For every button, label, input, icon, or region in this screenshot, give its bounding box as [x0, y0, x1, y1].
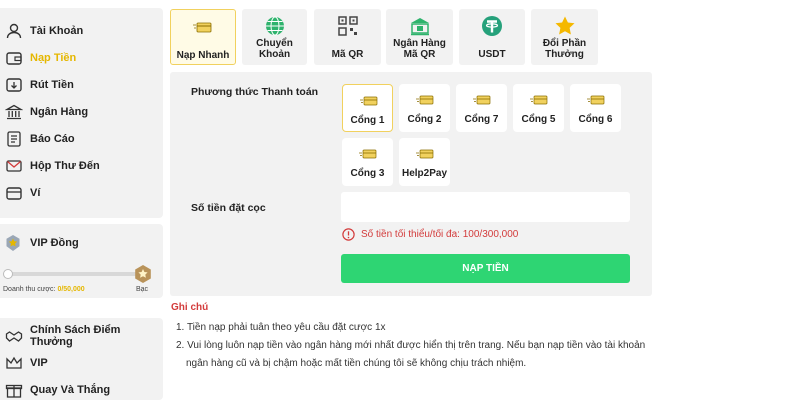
- card-icon: [193, 22, 212, 33]
- tab-qr-code[interactable]: Mã QR: [314, 9, 381, 65]
- sidebar-item-spin-win[interactable]: Quay Và Thắng: [0, 377, 163, 400]
- tab-label: USDT: [478, 49, 506, 60]
- vip-bronze-badge-icon: [6, 235, 20, 251]
- sidebar-item-label: Quay Và Thắng: [30, 384, 111, 396]
- vip-revenue: Doanh thu cược: 0/50,000: [3, 286, 85, 293]
- gate-option[interactable]: Cổng 5: [513, 84, 564, 132]
- card-icon: [530, 95, 548, 105]
- card-icon: [587, 95, 605, 105]
- gate-option[interactable]: Cổng 6: [570, 84, 621, 132]
- gate-label: Cổng 5: [521, 114, 556, 125]
- sidebar-item-label: Nạp Tiền: [30, 52, 77, 64]
- vip-next-tier: Bạc: [136, 286, 149, 293]
- sidebar-item-report[interactable]: Báo Cáo: [0, 126, 163, 152]
- sidebar-item-bank[interactable]: Ngân Hàng: [0, 99, 163, 125]
- crown-icon: [6, 356, 22, 369]
- user-icon: [6, 23, 22, 39]
- star-icon: [555, 16, 574, 35]
- gate-label: Cổng 6: [578, 114, 613, 125]
- card-icon: [416, 95, 434, 105]
- tab-bank-qr[interactable]: Ngân Hàng Mã QR: [386, 9, 453, 65]
- deposit-submit-button[interactable]: NẠP TIỀN: [341, 254, 630, 283]
- sidebar-item-wallet[interactable]: Ví: [0, 180, 163, 206]
- vip-revenue-value: 0/50,000: [57, 286, 85, 293]
- gift-icon: [5, 384, 23, 398]
- report-icon: [7, 131, 21, 147]
- warning-icon: [342, 228, 355, 241]
- sidebar-item-withdraw[interactable]: Rút Tiền: [0, 72, 163, 98]
- tab-label: Chuyển Khoản: [256, 38, 293, 60]
- tab-usdt[interactable]: USDT: [459, 9, 525, 65]
- tab-quick-deposit[interactable]: Nạp Nhanh: [170, 9, 236, 65]
- sidebar-item-label: Ngân Hàng: [30, 106, 89, 118]
- amount-limit-hint: Số tiền tối thiểu/tối đa: 100/300,000: [361, 229, 519, 240]
- sidebar-item-label: Tài Khoản: [30, 25, 84, 37]
- tab-label: Ngân Hàng Mã QR: [393, 38, 446, 60]
- globe-icon: [265, 16, 284, 36]
- gate-option[interactable]: Cổng 1: [342, 84, 393, 132]
- card-icon: [359, 149, 377, 159]
- gate-label: Cổng 7: [464, 114, 499, 125]
- bank-icon: [5, 104, 23, 120]
- tab-label: Đổi Phần Thưởng: [542, 38, 587, 60]
- sidebar-item-vip[interactable]: VIP: [0, 350, 163, 376]
- bank-qr-icon: [410, 18, 429, 36]
- sidebar-item-inbox[interactable]: Hộp Thư Đến: [0, 153, 163, 179]
- gate-option[interactable]: Help2Pay: [399, 138, 450, 186]
- sidebar-item-label: Báo Cáo: [30, 133, 75, 145]
- mail-icon: [6, 160, 22, 172]
- handshake-icon: [5, 331, 23, 342]
- card-icon: [473, 95, 491, 105]
- qr-icon: [337, 16, 358, 36]
- tether-icon: [482, 16, 502, 36]
- deposit-amount-label: Số tiền đặt cọc: [191, 202, 266, 214]
- card-icon: [416, 149, 434, 159]
- deposit-amount-input[interactable]: [341, 192, 630, 222]
- gate-option[interactable]: Cổng 3: [342, 138, 393, 186]
- gate-label: Help2Pay: [401, 168, 448, 179]
- withdraw-icon: [6, 78, 22, 92]
- sidebar-item-reward-policy[interactable]: Chính Sách Điểm Thưởng: [0, 323, 163, 349]
- tab-label: Nạp Nhanh: [176, 50, 230, 61]
- gate-option[interactable]: Cổng 7: [456, 84, 507, 132]
- tab-bank-transfer[interactable]: Chuyển Khoản: [242, 9, 307, 65]
- tab-label: Mã QR: [331, 49, 364, 60]
- sidebar-item-label: VIP: [30, 357, 48, 369]
- vip-level: VIP Đồng: [30, 237, 79, 249]
- gate-label: Cổng 2: [407, 114, 442, 125]
- note-item: 2. Vui lòng luôn nạp tiền vào ngân hàng …: [176, 340, 646, 351]
- vip-panel: VIP Đồng Doanh thu cược: 0/50,000 Bạc: [0, 224, 163, 298]
- card-icon: [360, 96, 378, 106]
- payment-method-label: Phương thức Thanh toán: [191, 86, 319, 98]
- sidebar-item-account[interactable]: Tài Khoản: [0, 18, 163, 44]
- sidebar: Tài Khoản Nạp Tiền Rút Tiền Ngân Hàng Bá…: [0, 0, 163, 400]
- wallet-icon: [6, 52, 22, 65]
- gate-label: Cổng 3: [350, 168, 385, 179]
- vip-progress-track: [7, 272, 139, 276]
- gate-option[interactable]: Cổng 2: [399, 84, 450, 132]
- note-item: ngân hàng cũ và bị chậm hoặc mất tiền ch…: [186, 358, 527, 369]
- sidebar-item-label: Ví: [30, 187, 41, 199]
- notes-title: Ghi chú: [171, 302, 209, 313]
- sidebar-item-label: Rút Tiền: [30, 79, 74, 91]
- deposit-form: Phương thức Thanh toán Cổng 1 Cổng 2 Cổn…: [170, 72, 652, 296]
- sidebar-item-label: Hộp Thư Đến: [30, 160, 100, 172]
- vip-next-tier-icon: [135, 265, 151, 283]
- extras-menu: Chính Sách Điểm Thưởng VIP Quay Và Thắng: [0, 318, 163, 400]
- note-item: 1. Tiền nạp phải tuân theo yêu cầu đặt c…: [176, 322, 386, 333]
- account-menu: Tài Khoản Nạp Tiền Rút Tiền Ngân Hàng Bá…: [0, 8, 163, 218]
- vip-revenue-label: Doanh thu cược:: [3, 286, 56, 293]
- vip-progress-knob: [3, 269, 13, 279]
- tab-redeem-reward[interactable]: Đổi Phần Thưởng: [531, 9, 598, 65]
- sidebar-item-deposit[interactable]: Nạp Tiền: [0, 45, 163, 71]
- wallet-card-icon: [6, 187, 22, 200]
- sidebar-item-label: Chính Sách Điểm Thưởng: [30, 324, 121, 348]
- gate-label: Cổng 1: [350, 115, 385, 126]
